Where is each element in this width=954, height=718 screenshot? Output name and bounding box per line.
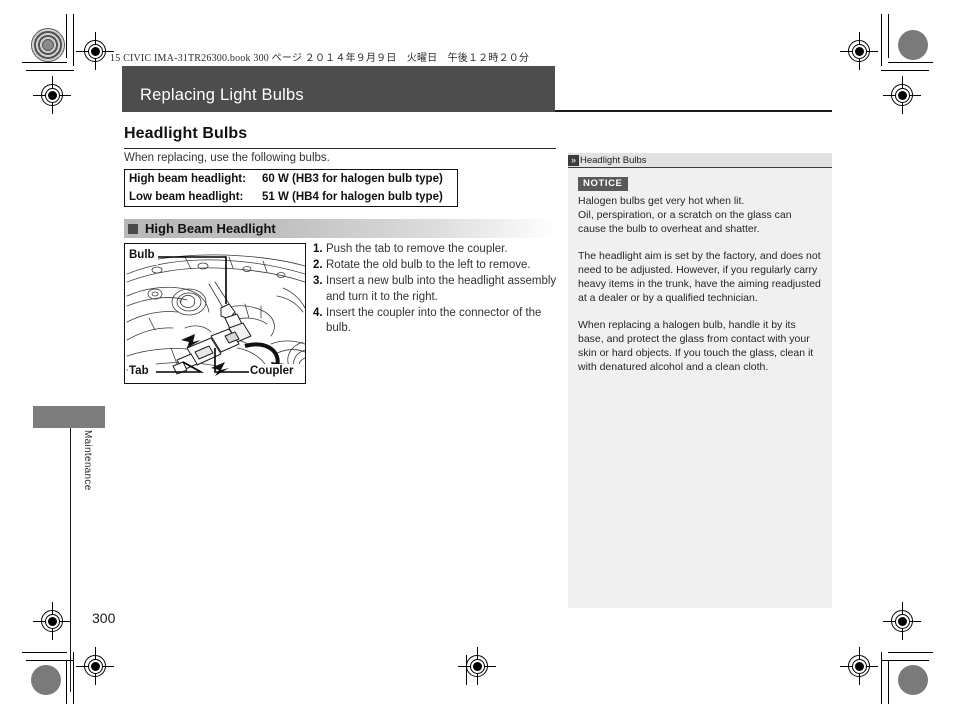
chapter-tab-block xyxy=(33,406,105,428)
list-item: 1. Push the tab to remove the coupler. xyxy=(313,242,557,258)
crop-mark xyxy=(888,660,889,704)
crop-mark xyxy=(73,14,74,66)
sidebar-header-title: Headlight Bulbs xyxy=(580,154,647,166)
figure-label-bulb: Bulb xyxy=(129,249,155,261)
step-number: 4. xyxy=(313,306,323,319)
crop-mark xyxy=(888,62,933,63)
crop-mark xyxy=(888,14,889,58)
crop-mark xyxy=(22,62,67,63)
registration-target xyxy=(883,602,921,640)
sidebar-paragraph: Halogen bulbs get very hot when lit. Oil… xyxy=(578,195,792,235)
density-patch xyxy=(31,665,61,695)
registration-target xyxy=(33,602,71,640)
chapter-tab-label: Maintenance xyxy=(82,430,93,491)
page-title: Headlight Bulbs xyxy=(124,125,248,142)
list-item: 3. Insert a new bulb into the headlight … xyxy=(313,274,557,305)
square-bullet-icon xyxy=(128,223,138,234)
status-badge: NOTICE xyxy=(578,177,628,191)
spec-label: High beam headlight: xyxy=(129,173,246,185)
step-text: Insert the coupler into the connector of… xyxy=(326,306,542,335)
step-text: Insert a new bulb into the headlight ass… xyxy=(326,275,557,303)
crop-mark xyxy=(26,70,74,71)
registration-target xyxy=(883,76,921,114)
running-head: 15 CIVIC IMA-31TR26300.book 300 ページ ２０１４… xyxy=(110,53,530,64)
registration-target-bottom-center xyxy=(458,647,496,685)
chapter-title: Replacing Light Bulbs xyxy=(140,86,304,104)
list-item: 4. Insert the coupler into the connector… xyxy=(313,306,557,337)
figure-label-tab: Tab xyxy=(129,365,149,377)
page-title-rule xyxy=(124,148,556,149)
headlight-bulb-illustration: Bulb Tab Coupler xyxy=(124,243,306,384)
crop-mark xyxy=(26,660,74,661)
crop-mark xyxy=(881,14,882,66)
sidebar-paragraph: The headlight aim is set by the factory,… xyxy=(578,250,821,304)
double-chevron-right-icon: » xyxy=(568,154,579,166)
section-header-bar: High Beam Headlight xyxy=(124,219,556,238)
figure-label-coupler: Coupler xyxy=(250,365,294,377)
registration-target xyxy=(840,647,878,685)
crop-mark xyxy=(888,652,933,653)
intro-text: When replacing, use the following bulbs. xyxy=(124,152,330,164)
section-title: High Beam Headlight xyxy=(145,221,276,236)
spec-value: 60 W (HB3 for halogen bulb type) xyxy=(262,173,443,185)
spec-label: Low beam headlight: xyxy=(129,191,244,203)
crop-mark xyxy=(66,660,67,704)
title-rule xyxy=(555,110,832,112)
spec-value: 51 W (HB4 for halogen bulb type) xyxy=(262,191,443,203)
density-patch xyxy=(898,665,928,695)
density-patch xyxy=(31,28,65,62)
step-number: 3. xyxy=(313,275,323,288)
step-text: Rotate the old bulb to the left to remov… xyxy=(326,259,531,272)
crop-mark xyxy=(881,660,929,661)
sidebar-header: » Headlight Bulbs xyxy=(568,153,832,168)
step-text: Push the tab to remove the coupler. xyxy=(326,243,508,255)
engine-bay-line-art xyxy=(125,244,305,383)
chapter-title-bar: Replacing Light Bulbs xyxy=(122,66,555,112)
registration-target xyxy=(76,32,114,70)
table-row: Low beam headlight: 51 W (HB4 for haloge… xyxy=(125,188,457,206)
step-number: 1. xyxy=(313,243,323,255)
registration-target xyxy=(33,76,71,114)
bulb-spec-table: High beam headlight: 60 W (HB3 for halog… xyxy=(124,169,458,207)
crop-mark xyxy=(22,652,67,653)
registration-target xyxy=(76,647,114,685)
crop-mark xyxy=(66,14,67,58)
step-number: 2. xyxy=(313,259,323,272)
table-row: High beam headlight: 60 W (HB3 for halog… xyxy=(125,170,457,188)
sidebar-paragraph: When replacing a halogen bulb, handle it… xyxy=(578,319,814,373)
list-item: 2. Rotate the old bulb to the left to re… xyxy=(313,258,557,274)
registration-target xyxy=(840,32,878,70)
page-number: 300 xyxy=(92,610,116,626)
crop-mark xyxy=(881,70,929,71)
chapter-tab-rule xyxy=(70,428,71,692)
sidebar-panel: NOTICE Halogen bulbs get very hot when l… xyxy=(568,168,832,608)
procedure-steps: 1. Push the tab to remove the coupler. 2… xyxy=(313,242,557,338)
density-patch xyxy=(898,30,928,60)
